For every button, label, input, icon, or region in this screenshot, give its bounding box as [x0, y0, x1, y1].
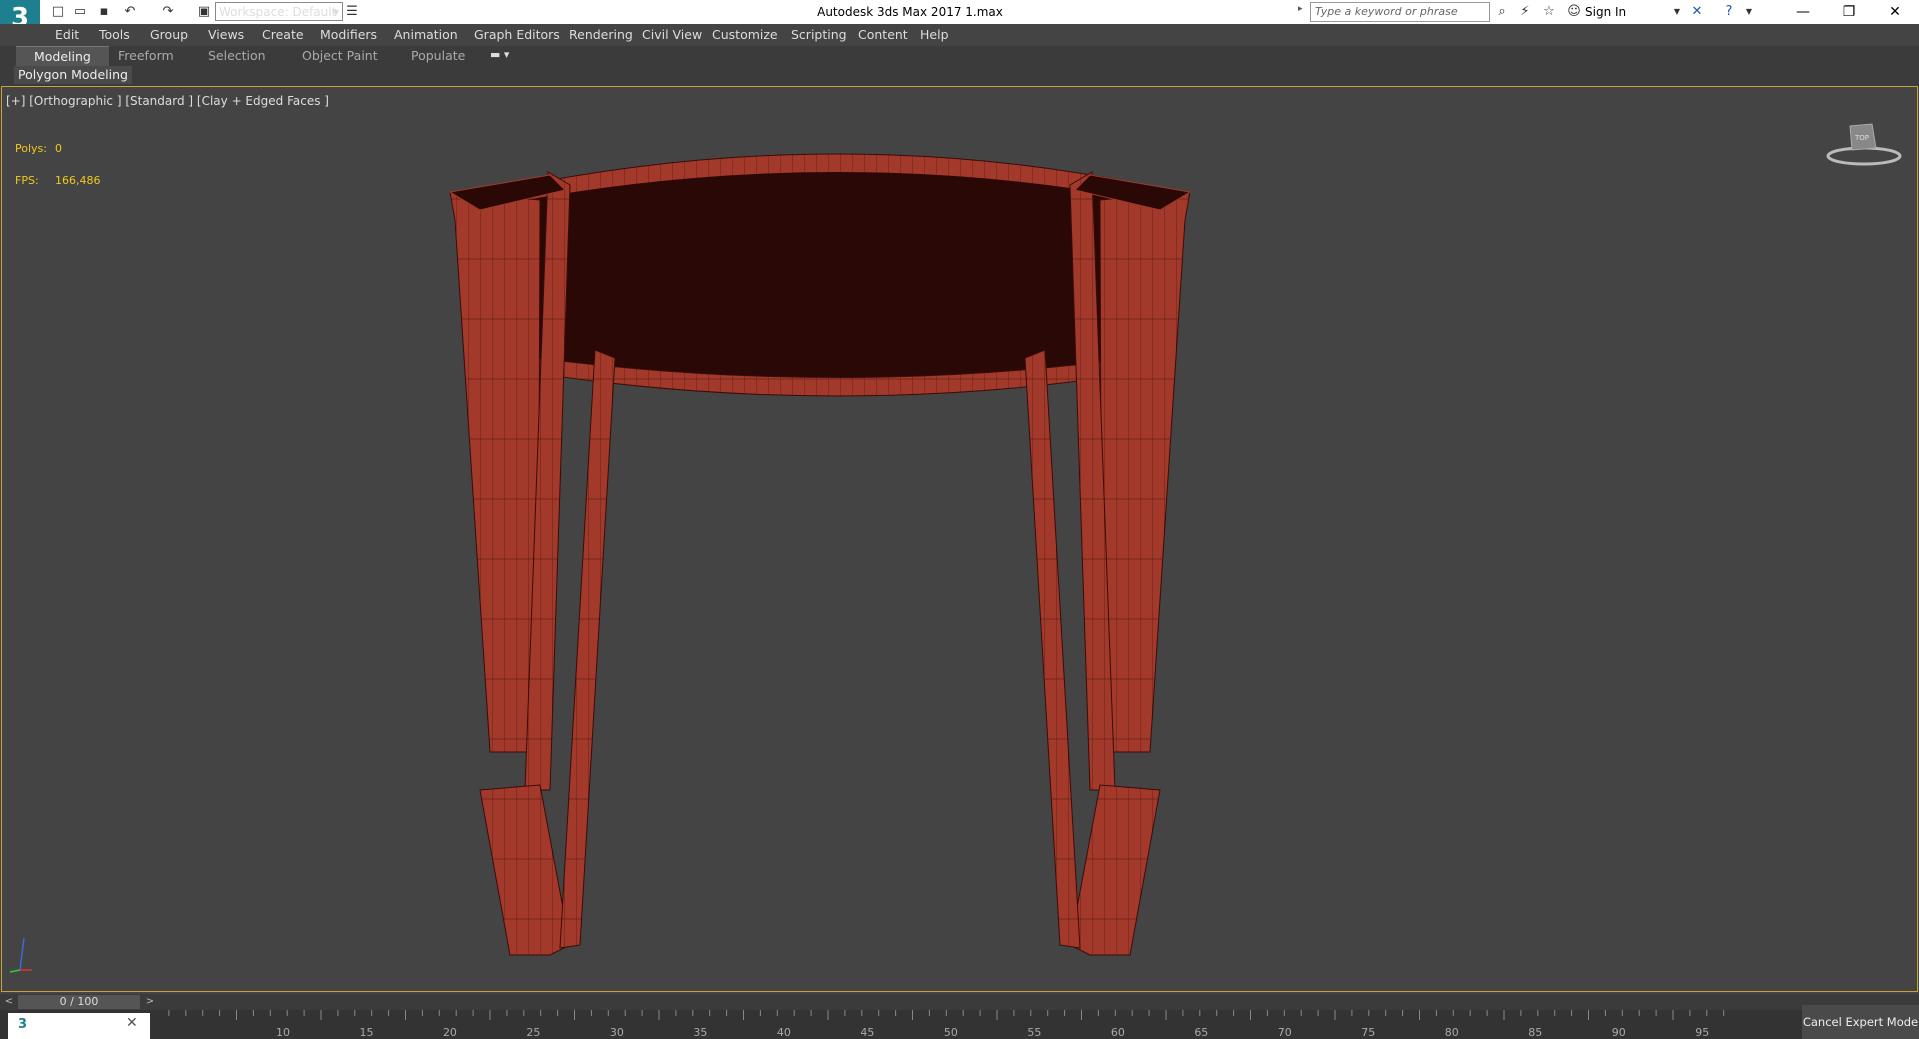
ruler-tick-label: 85 — [1528, 1026, 1542, 1039]
ruler-tick-label: 90 — [1612, 1026, 1626, 1039]
polygon-modeling-panel[interactable]: Polygon Modeling — [14, 66, 132, 84]
help-icon[interactable]: ? — [1720, 3, 1738, 21]
menu-scripting[interactable]: Scripting — [791, 24, 847, 46]
axis-tripod — [9, 937, 32, 973]
subscription-icon[interactable]: ⚡ — [1516, 3, 1534, 21]
ruler-tick-label: 70 — [1278, 1026, 1292, 1039]
menu-create[interactable]: Create — [262, 24, 304, 46]
viewcube-compass-ring[interactable] — [1826, 146, 1902, 166]
search-expand-icon[interactable]: ▸ — [1298, 4, 1303, 14]
menu-edit[interactable]: Edit — [55, 24, 79, 46]
favorites-star-icon[interactable]: ☆ — [1540, 3, 1558, 21]
tab-object-paint[interactable]: Object Paint — [284, 46, 396, 66]
ruler-tick-label: 30 — [610, 1026, 624, 1039]
stat-fps-label: FPS: — [15, 174, 39, 187]
ruler-tick-label: 25 — [526, 1026, 540, 1039]
workspace-dropdown[interactable]: Workspace: Default ▼ — [215, 2, 343, 21]
open-file-icon[interactable]: ▭ — [72, 4, 88, 19]
ruler-tick-label: 40 — [777, 1026, 791, 1039]
close-button[interactable]: ✕ — [1872, 0, 1918, 24]
tab-populate[interactable]: Populate — [393, 46, 483, 66]
tab-selection[interactable]: Selection — [190, 46, 284, 66]
menu-modifiers[interactable]: Modifiers — [320, 24, 377, 46]
undo-icon[interactable]: ↶ — [122, 4, 138, 19]
minimize-button[interactable]: — — [1780, 0, 1826, 24]
menu-help[interactable]: Help — [920, 24, 949, 46]
ruler-tick-label: 35 — [693, 1026, 707, 1039]
menu-views[interactable]: Views — [208, 24, 244, 46]
binoculars-icon[interactable]: ⌕ — [1493, 3, 1511, 21]
menu-animation[interactable]: Animation — [394, 24, 458, 46]
customize-qat-icon[interactable]: ☰ — [344, 4, 360, 19]
sign-in-button[interactable]: Sign In — [1585, 0, 1626, 24]
menu-tools[interactable]: Tools — [99, 24, 130, 46]
listener-logo-icon: 3 — [18, 1017, 28, 1032]
menu-graph-editors[interactable]: Graph Editors — [474, 24, 560, 46]
left-inner-leg — [559, 349, 616, 949]
tab-modeling[interactable]: Modeling — [16, 46, 109, 67]
menu-group[interactable]: Group — [150, 24, 188, 46]
cancel-expert-mode-button[interactable]: Cancel Expert Mode — [1802, 1005, 1919, 1039]
redo-icon[interactable]: ↷ — [160, 4, 176, 19]
maxscript-listener[interactable]: 3 ✕ — [8, 1013, 150, 1039]
menu-rendering[interactable]: Rendering — [569, 24, 633, 46]
chevron-down-icon: ▼ — [332, 8, 339, 17]
right-inner-leg — [1024, 349, 1081, 949]
viewcube-face-label: TOP — [1854, 134, 1869, 142]
sign-in-chevron-icon[interactable]: ▼ — [1668, 3, 1686, 21]
ruler-tick-label: 60 — [1111, 1026, 1125, 1039]
ruler-tick-label: 45 — [860, 1026, 874, 1039]
ruler-tick-label: 65 — [1194, 1026, 1208, 1039]
track-bar-ruler[interactable]: 101520253035404550556065707580859095100 — [152, 1010, 1752, 1039]
tabletop-underside — [515, 172, 1155, 378]
viewport-label-menu[interactable]: [+] [Orthographic ] [Standard ] [Clay + … — [6, 94, 329, 108]
time-prev-icon[interactable]: < — [2, 995, 16, 1009]
ruler-tick-label: 75 — [1361, 1026, 1375, 1039]
exchange-apps-icon[interactable]: ✕ — [1688, 3, 1706, 21]
table-model[interactable] — [420, 140, 1220, 970]
menu-customize[interactable]: Customize — [712, 24, 778, 46]
close-icon[interactable]: ✕ — [126, 1015, 138, 1031]
window-title: Autodesk 3ds Max 2017 1.max — [817, 5, 1003, 19]
ruler-tick-label: 20 — [443, 1026, 457, 1039]
ruler-tick-label: 55 — [1027, 1026, 1041, 1039]
search-input[interactable]: Type a keyword or phrase — [1310, 2, 1490, 22]
right-leg-lower — [1069, 784, 1161, 956]
right-back-leg — [1099, 191, 1191, 753]
time-next-icon[interactable]: > — [143, 995, 157, 1009]
restore-button[interactable]: ❐ — [1826, 0, 1872, 24]
tab-freeform[interactable]: Freeform — [100, 46, 192, 66]
ruler-tick-label: 80 — [1445, 1026, 1459, 1039]
stat-polys-value: 0 — [55, 142, 62, 155]
viewcube[interactable]: TOP — [1822, 118, 1902, 173]
ruler-tick-label: 95 — [1695, 1026, 1709, 1039]
ribbon-panel — [0, 66, 1919, 87]
new-file-icon[interactable]: □ — [50, 4, 66, 19]
user-icon: ☺ — [1567, 4, 1581, 19]
ruler-tick-label: 50 — [944, 1026, 958, 1039]
ruler-tick-label: 10 — [276, 1026, 290, 1039]
help-chevron-icon[interactable]: ▼ — [1740, 3, 1758, 21]
save-icon[interactable]: ▪ — [96, 4, 112, 19]
project-folder-icon[interactable]: ▣ — [196, 4, 212, 19]
ruler-tick-label: 15 — [359, 1026, 373, 1039]
ribbon-display-options-icon[interactable]: ▬ ▾ — [490, 48, 509, 61]
menu-civil-view[interactable]: Civil View — [642, 24, 702, 46]
time-slider-bar[interactable] — [0, 994, 1919, 1010]
stat-polys-label: Polys: — [15, 142, 47, 155]
left-leg-lower — [479, 784, 571, 956]
stat-fps-value: 166,486 — [55, 174, 101, 187]
time-slider-value[interactable]: 0 / 100 — [18, 995, 140, 1009]
left-back-leg — [449, 191, 541, 753]
menu-content[interactable]: Content — [858, 24, 908, 46]
workspace-label: Workspace: Default — [219, 5, 337, 19]
